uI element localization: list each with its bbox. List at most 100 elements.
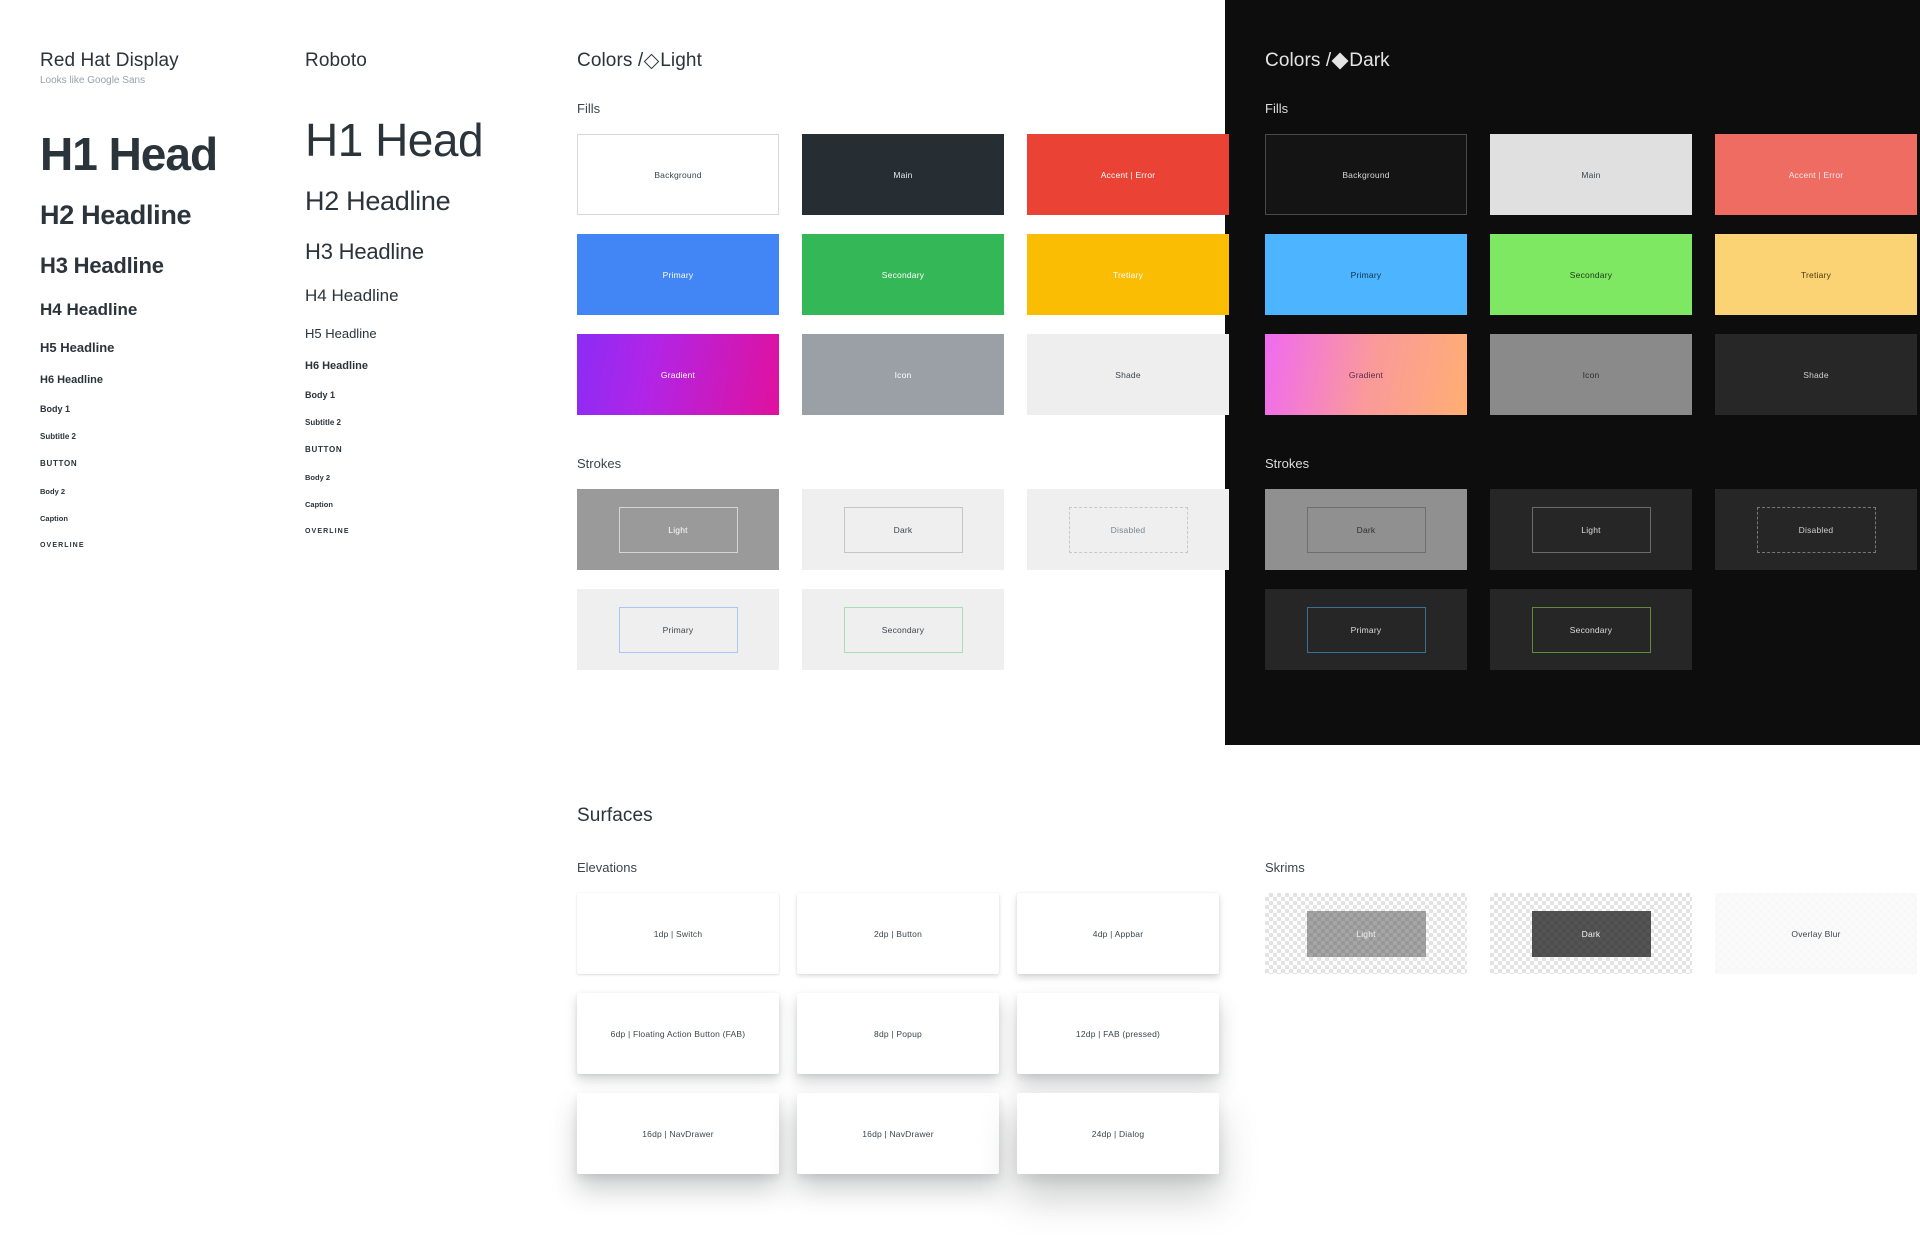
- swatch-background[interactable]: Background: [1265, 134, 1467, 215]
- skrims-section: Skrims Light Dark Overlay Blur: [1265, 860, 1917, 974]
- swatch-tretiary[interactable]: Tretiary: [1027, 234, 1229, 315]
- light-fills-label: Fills: [577, 101, 601, 116]
- elevations-label: Elevations: [577, 860, 637, 875]
- skrim-light[interactable]: Light: [1265, 893, 1467, 974]
- swatch-tretiary[interactable]: Tretiary: [1715, 234, 1917, 315]
- type-sample-h3: H3 Headline: [305, 239, 424, 265]
- type-sample-h1: H1 Head: [40, 128, 218, 180]
- swatch-background[interactable]: Background: [577, 134, 779, 215]
- stroke-disabled-label: Disabled: [1068, 506, 1188, 553]
- type-sample-subtitle2: Subtitle 2: [40, 432, 77, 442]
- stroke-dark[interactable]: Dark: [1265, 489, 1467, 570]
- swatch-shade[interactable]: Shade: [1027, 334, 1229, 415]
- stroke-secondary-label: Secondary: [843, 606, 963, 653]
- stroke-primary-label: Primary: [618, 606, 738, 653]
- light-strokes-label: Strokes: [577, 456, 622, 471]
- font-family-title: Red Hat Display: [40, 50, 179, 71]
- swatch-secondary[interactable]: Secondary: [802, 234, 1004, 315]
- skrim-dark-label: Dark: [1531, 910, 1651, 957]
- type-sample-h1: H1 Head: [305, 114, 484, 166]
- stroke-secondary-label: Secondary: [1531, 606, 1651, 653]
- type-sample-body1: Body 1: [40, 404, 71, 415]
- colors-light-title-theme: Light: [660, 50, 702, 71]
- elevation-card-12dp[interactable]: 12dp | FAB (pressed): [1017, 993, 1219, 1074]
- skrim-overlay-blur-label: Overlay Blur: [1715, 893, 1917, 974]
- stroke-primary[interactable]: Primary: [577, 589, 779, 670]
- surfaces-title: Surfaces: [577, 805, 653, 826]
- stroke-disabled[interactable]: Disabled: [1027, 489, 1229, 570]
- stroke-dark-label: Dark: [1306, 506, 1426, 553]
- elevation-card-24dp[interactable]: 24dp | Dialog: [1017, 1093, 1219, 1174]
- swatch-main[interactable]: Main: [1490, 134, 1692, 215]
- stroke-light-label: Light: [1531, 506, 1651, 553]
- stroke-primary-label: Primary: [1306, 606, 1426, 653]
- skrims-grid: Light Dark Overlay Blur: [1265, 893, 1917, 974]
- skrim-light-label: Light: [1306, 910, 1426, 957]
- swatch-primary[interactable]: Primary: [1265, 234, 1467, 315]
- colors-light-title-prefix: Colors /: [577, 50, 644, 71]
- stroke-primary[interactable]: Primary: [1265, 589, 1467, 670]
- type-sample-h5: H5 Headline: [305, 326, 377, 342]
- dark-strokes-grid: Dark Light Disabled Primary Secondary: [1265, 489, 1917, 689]
- elevation-card-8dp[interactable]: 8dp | Popup: [797, 993, 999, 1074]
- swatch-icon[interactable]: Icon: [802, 334, 1004, 415]
- elevation-card-16dp-a[interactable]: 16dp | NavDrawer: [577, 1093, 779, 1174]
- colors-light-section: Colors / Light Fills Background Main Acce…: [577, 50, 1229, 689]
- swatch-icon[interactable]: Icon: [1490, 334, 1692, 415]
- elevation-card-6dp[interactable]: 6dp | Floating Action Button (FAB): [577, 993, 779, 1074]
- elevation-card-2dp[interactable]: 2dp | Button: [797, 893, 999, 974]
- skrim-dark[interactable]: Dark: [1490, 893, 1692, 974]
- stroke-dark-label: Dark: [843, 506, 963, 553]
- type-scale-list: H1 Head H2 Headline H3 Headline H4 Headl…: [40, 128, 290, 550]
- type-sample-subtitle2: Subtitle 2: [305, 418, 342, 428]
- swatch-accent-error[interactable]: Accent | Error: [1027, 134, 1229, 215]
- colors-dark-title-theme: Dark: [1349, 50, 1390, 71]
- type-sample-h6: H6 Headline: [40, 374, 103, 387]
- swatch-accent-error[interactable]: Accent | Error: [1715, 134, 1917, 215]
- swatch-main[interactable]: Main: [802, 134, 1004, 215]
- type-sample-body2: Body 2: [305, 473, 331, 483]
- typography-column-red-hat-display: Red Hat Display Looks like Google Sans H…: [40, 50, 290, 549]
- dark-fills-label: Fills: [1265, 101, 1289, 116]
- skrims-label: Skrims: [1265, 860, 1305, 875]
- stroke-secondary[interactable]: Secondary: [802, 589, 1004, 670]
- type-sample-h6: H6 Headline: [305, 360, 368, 373]
- type-sample-caption: Caption: [40, 514, 68, 524]
- type-sample-overline: OVERLINE: [305, 528, 350, 536]
- stroke-disabled[interactable]: Disabled: [1715, 489, 1917, 570]
- stroke-disabled-label: Disabled: [1756, 506, 1876, 553]
- type-sample-body1: Body 1: [305, 390, 336, 401]
- font-family-title: Roboto: [305, 50, 367, 71]
- elevations-grid: 1dp | Switch 2dp | Button 4dp | Appbar 6…: [577, 893, 1219, 1193]
- typography-column-roboto: Roboto H1 Head H2 Headline H3 Headline H…: [305, 50, 545, 535]
- stroke-secondary[interactable]: Secondary: [1490, 589, 1692, 670]
- stroke-light[interactable]: Light: [1490, 489, 1692, 570]
- swatch-gradient[interactable]: Gradient: [1265, 334, 1467, 415]
- font-family-note: Looks like Google Sans: [40, 75, 146, 86]
- elevation-card-16dp-b[interactable]: 16dp | NavDrawer: [797, 1093, 999, 1174]
- colors-dark-title: Colors / Dark: [1265, 50, 1917, 72]
- diamond-outline-icon: [643, 53, 660, 70]
- type-sample-body2: Body 2: [40, 487, 66, 497]
- skrim-overlay-blur[interactable]: Overlay Blur: [1715, 893, 1917, 974]
- diamond-filled-icon: [1331, 52, 1349, 70]
- type-sample-button: BUTTON: [40, 459, 78, 469]
- elevations-section: Elevations 1dp | Switch 2dp | Button 4dp…: [577, 860, 1219, 1193]
- swatch-primary[interactable]: Primary: [577, 234, 779, 315]
- stroke-dark[interactable]: Dark: [802, 489, 1004, 570]
- dark-fills-grid: Background Main Accent | Error Primary S…: [1265, 134, 1917, 434]
- elevation-card-4dp[interactable]: 4dp | Appbar: [1017, 893, 1219, 974]
- swatch-gradient[interactable]: Gradient: [577, 334, 779, 415]
- type-sample-overline: OVERLINE: [40, 542, 85, 550]
- swatch-secondary[interactable]: Secondary: [1490, 234, 1692, 315]
- swatch-shade[interactable]: Shade: [1715, 334, 1917, 415]
- type-sample-caption: Caption: [305, 500, 333, 510]
- stroke-light-label: Light: [618, 506, 738, 553]
- colors-dark-section: Colors / Dark Fills Background Main Accen…: [1265, 50, 1917, 689]
- dark-strokes-label: Strokes: [1265, 456, 1310, 471]
- type-sample-h2: H2 Headline: [40, 200, 192, 231]
- type-sample-button: BUTTON: [305, 445, 343, 455]
- elevation-card-1dp[interactable]: 1dp | Switch: [577, 893, 779, 974]
- stroke-light[interactable]: Light: [577, 489, 779, 570]
- type-scale-list: H1 Head H2 Headline H3 Headline H4 Headl…: [305, 114, 545, 536]
